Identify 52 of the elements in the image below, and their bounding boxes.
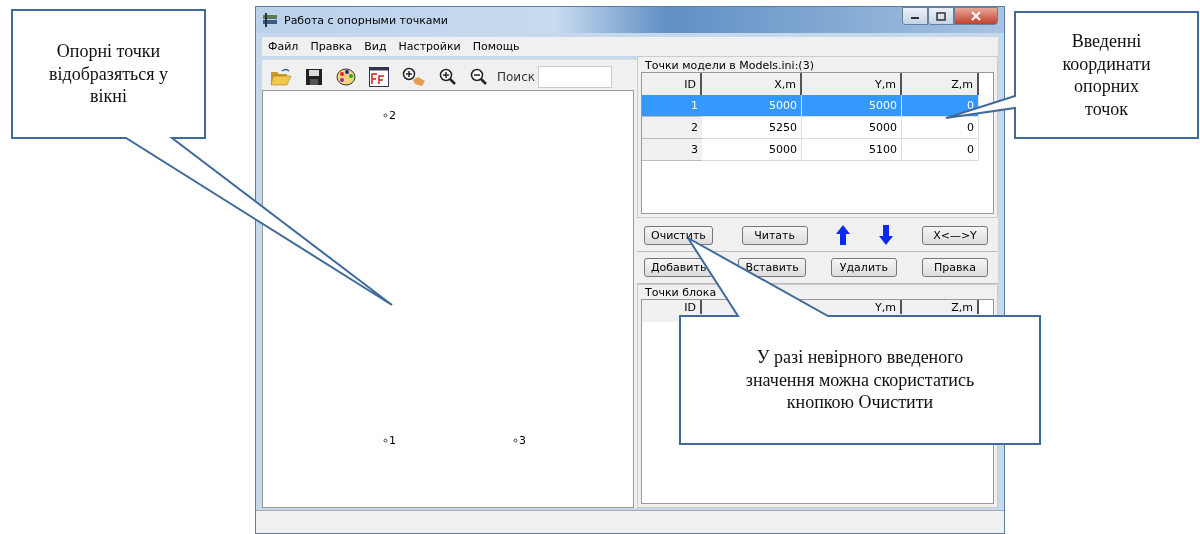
table-cell: 5000 [702,139,802,161]
app-icon [262,13,278,27]
menu-item[interactable]: Настройки [398,40,461,53]
menu-item[interactable]: Правка [310,40,353,53]
table-cell: 5100 [802,139,902,161]
table-cell: 5000 [802,117,902,139]
action-button[interactable]: Правка [921,258,988,277]
table-cell: 5000 [702,95,802,117]
close-button[interactable] [954,7,998,25]
maximize-button[interactable] [928,7,954,25]
action-button[interactable]: Очистить [644,225,713,245]
callout-text: Введенні координати опорних точок [1061,30,1152,120]
row-header: 2 [642,117,702,139]
menu-item[interactable]: Помощь [472,40,520,53]
search-label: Поиск [497,70,535,84]
up-arrow-icon[interactable] [836,225,851,245]
zoom-in-icon[interactable] [439,68,457,86]
column-header[interactable]: ID [642,73,702,95]
callout-text: У разі невірного введеного значення можна скористатись кнопкою Очистити [744,346,976,414]
down-arrow-icon[interactable] [879,225,894,245]
group-title: Точки блока [645,287,718,299]
minimize-button[interactable] [902,7,928,25]
table-cell: 5250 [702,117,802,139]
action-button[interactable]: X<—>Y [922,225,988,245]
point-label: 2 [383,109,396,122]
column-header[interactable]: Y,m [802,73,902,95]
table-row[interactable]: 2 5250 5000 0 [642,117,993,139]
row-header: 1 [642,95,702,117]
action-button[interactable]: Читать [741,225,808,245]
table-cell: 5000 [802,95,902,117]
group-title: Точки модели в Models.ini:(3) [645,59,815,72]
palette-icon[interactable] [336,68,356,86]
folder-icon[interactable] [270,68,292,86]
window-title: Работа с опорными точками [284,13,448,27]
point-label: 1 [383,434,396,447]
action-button[interactable]: Удалить [830,258,897,277]
point-label: 3 [513,434,526,447]
row-header: 3 [642,139,702,161]
callout-text: Опорні точки відобразяться у вікні [47,40,169,108]
column-header[interactable]: X,m [702,73,802,95]
close-icon [971,11,981,21]
table-cell: 0 [902,139,979,161]
maximize-icon [936,11,946,21]
table-cell: 0 [902,95,979,117]
menu-item[interactable]: Вид [364,40,387,53]
column-header[interactable]: Z,m [902,73,979,95]
search-field[interactable] [538,66,612,88]
zoom-out-icon[interactable] [470,68,488,86]
menu-item[interactable]: Файл [268,40,299,53]
table-row[interactable]: 3 5000 5100 0 [642,139,993,161]
zoom-hand-icon[interactable] [402,67,426,87]
font-icon[interactable] [369,67,389,87]
